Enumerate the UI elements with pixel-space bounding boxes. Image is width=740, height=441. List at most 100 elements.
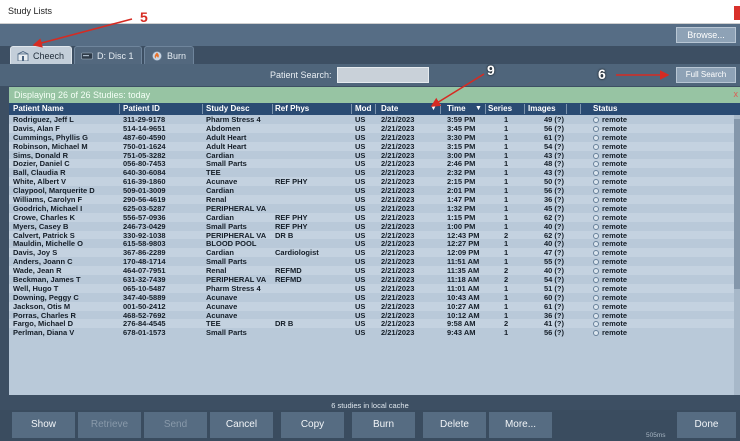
table-row[interactable]: Davis, Joy S 367-86-2289 Cardian Cardiologi… [9, 248, 734, 257]
patient-name-cell: Well, Hugo T [13, 283, 59, 293]
scrollbar-thumb[interactable] [734, 119, 740, 289]
status-radio-icon[interactable] [593, 268, 599, 275]
status-text: remote [602, 301, 628, 311]
delete-button[interactable]: Delete [423, 412, 487, 438]
full-search-button[interactable]: Full Search [676, 67, 736, 83]
status-radio-icon[interactable] [593, 134, 599, 141]
status-radio-icon[interactable] [593, 152, 599, 159]
status-radio-icon[interactable] [593, 179, 599, 186]
patient-name-cell: Sims, Donald R [13, 150, 69, 160]
table-row[interactable]: Sims, Donald R 751-05-3282 Cardian US 2/21/2… [9, 151, 734, 160]
status-radio-icon[interactable] [593, 294, 599, 301]
table-row[interactable]: Well, Hugo T 065-10-5487 Pharm Stress 4 US 2… [9, 283, 734, 293]
status-radio-icon[interactable] [593, 205, 599, 212]
status-radio-icon[interactable] [593, 303, 599, 310]
status-radio-icon[interactable] [593, 223, 599, 230]
table-row[interactable]: White, Albert V 616-39-1860 Acunave REF PHY… [9, 177, 734, 186]
col-time[interactable]: Time [447, 103, 473, 115]
status-radio-icon[interactable] [593, 259, 599, 266]
time-cell: 9:43 AM [447, 328, 476, 338]
status-radio-icon[interactable] [593, 161, 599, 168]
col-series[interactable]: Series [488, 103, 522, 115]
status-radio-icon[interactable] [593, 170, 599, 177]
patient-id-cell: 246-73-0429 [123, 221, 166, 231]
images-cell: 40 (?) [543, 266, 564, 276]
col-patient-id[interactable]: Patient ID [123, 103, 195, 115]
table-row[interactable]: Davis, Alan F 514-14-9651 Abdomen US 2/21/20… [9, 123, 734, 133]
table-row[interactable]: Wade, Jean R 464-07-7951 Renal REFMD US 2/21/… [9, 266, 734, 275]
done-button[interactable]: Done [677, 412, 737, 438]
time-cell: 1:00 PM [447, 221, 476, 231]
col-ref-phys[interactable]: Ref Phys [275, 103, 345, 115]
copy-button[interactable]: Copy [281, 412, 345, 438]
title-bar: Study Lists [0, 0, 740, 24]
col-patient-name[interactable]: Patient Name [13, 103, 113, 115]
images-cell: 61 (?) [543, 132, 564, 142]
status-radio-icon[interactable] [593, 277, 599, 284]
burn-button[interactable]: Burn [352, 412, 416, 438]
retrieve-button[interactable]: Retrieve [78, 412, 142, 438]
status-cell: remote [593, 177, 663, 186]
col-date[interactable]: Date [381, 103, 411, 115]
table-row[interactable]: Ball, Claudia R 640-30-6084 TEE US 2/21/2023… [9, 168, 734, 177]
table-row[interactable]: Calvert, Patrick S 330-92-1038 PERIPHERAL … [9, 230, 734, 240]
send-button[interactable]: Send [144, 412, 208, 438]
col-images[interactable]: Images [528, 103, 562, 115]
tab-disc[interactable]: D: Disc 1 [74, 46, 142, 64]
table-row[interactable]: Claypool, Marquerite D 509-01-3009 Cardian… [9, 186, 734, 195]
table-row[interactable]: Rodriguez, Jeff L 311-29-9178 Pharm Stress… [9, 115, 734, 124]
ref-phys-cell: REF PHY [275, 177, 308, 187]
status-radio-icon[interactable] [593, 143, 599, 150]
status-radio-icon[interactable] [593, 197, 599, 204]
date-cell: 2/21/2023 [381, 203, 415, 213]
cancel-button[interactable]: Cancel [210, 412, 274, 438]
table-row[interactable]: Beckman, James T 631-32-7439 PERIPHERAL VA… [9, 275, 734, 284]
table-row[interactable]: Downing, Peggy C 347-40-5889 Acunave US 2/21… [9, 293, 734, 302]
more-button[interactable]: More... [489, 412, 553, 438]
table-row[interactable]: Williams, Carolyn F 290-56-4619 Renal US 2/2… [9, 195, 734, 204]
modality-cell: US [355, 168, 366, 178]
table-row[interactable]: Mauldin, Michelle O 615-58-9803 BLOOD POOL… [9, 239, 734, 248]
show-button[interactable]: Show [12, 412, 76, 438]
patient-search-input[interactable] [337, 67, 429, 83]
table-row[interactable]: Myers, Casey B 246-73-0429 Small Parts REF … [9, 222, 734, 231]
status-radio-icon[interactable] [593, 117, 599, 123]
status-radio-icon[interactable] [593, 321, 599, 328]
status-radio-icon[interactable] [593, 241, 599, 248]
status-radio-icon[interactable] [593, 312, 599, 319]
status-radio-icon[interactable] [593, 285, 599, 292]
status-radio-icon[interactable] [593, 330, 599, 337]
table-row[interactable]: Robinson, Michael M 750-01-1624 Adult Hear… [9, 141, 734, 151]
status-radio-icon[interactable] [593, 188, 599, 195]
series-cell: 1 [504, 221, 509, 231]
status-radio-icon[interactable] [593, 232, 599, 239]
time-cell: 10:27 AM [447, 301, 480, 311]
table-row[interactable]: Crowe, Charles K 556-57-0936 Cardian REF PH… [9, 212, 734, 222]
time-sort-arrow-icon[interactable]: ▼ [475, 103, 485, 115]
status-text: remote [602, 141, 628, 151]
date-cell: 2/21/2023 [381, 319, 415, 329]
col-modality[interactable]: Mod [355, 103, 373, 115]
col-status[interactable]: Status [593, 103, 633, 115]
patient-id-cell: 640-30-6084 [123, 168, 166, 178]
browse-button[interactable]: Browse... [676, 27, 736, 43]
status-radio-icon[interactable] [593, 250, 599, 257]
date-sort-arrow-icon[interactable]: ▼ [430, 103, 440, 115]
time-cell: 11:18 AM [447, 275, 480, 285]
table-row[interactable]: Perlman, Diana V 678-01-1573 Small Parts US… [9, 328, 734, 337]
close-icon[interactable] [734, 6, 740, 20]
table-row[interactable]: Cummings, Phyllis G 487-60-4590 Adult Hear… [9, 133, 734, 142]
status-radio-icon[interactable] [593, 214, 599, 221]
tab-cheech[interactable]: Cheech [10, 46, 72, 64]
status-radio-icon[interactable] [593, 125, 599, 132]
table-row[interactable]: Anders, Joann C 170-48-1714 Small Parts US 2… [9, 257, 734, 266]
table-row[interactable]: Porras, Charles R 468-52-7692 Acunave US 2/2… [9, 311, 734, 320]
table-row[interactable]: Dozier, Daniel C 056-80-7453 Small Parts US… [9, 159, 734, 168]
close-status-icon[interactable]: x [734, 89, 739, 99]
table-row[interactable]: Jackson, Otis M 001-50-2412 Acunave US 2/21/… [9, 301, 734, 311]
col-study-desc[interactable]: Study Desc [206, 103, 270, 115]
tab-burn[interactable]: Burn [144, 46, 194, 64]
table-row[interactable]: Goodrich, Michael I 625-03-5287 PERIPHERAL… [9, 204, 734, 213]
table-row[interactable]: Fargo, Michael D 276-84-4545 TEE DR B US 2/21… [9, 319, 734, 328]
images-cell: 40 (?) [543, 239, 564, 249]
